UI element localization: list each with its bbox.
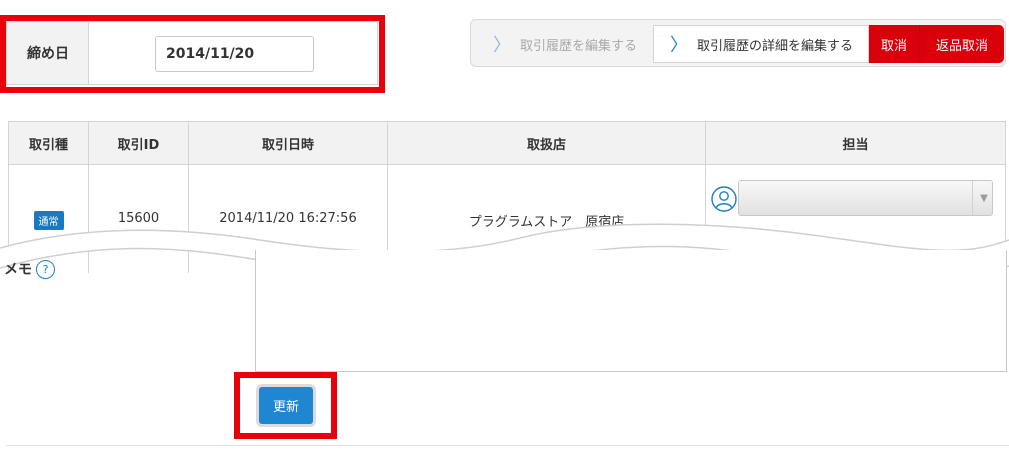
header-transaction-type: 取引種	[8, 121, 89, 165]
edit-history-detail-button[interactable]: 〉 取引履歴の詳細を編集する	[653, 25, 869, 63]
staff-select[interactable]	[738, 180, 993, 216]
edit-history-label: 取引履歴を編集する	[520, 38, 638, 54]
memo-textarea[interactable]	[255, 250, 1007, 372]
cancel-button[interactable]: 取消	[869, 25, 920, 63]
table-header-row: 取引種 取引ID 取引日時 取扱店 担当	[8, 121, 1006, 165]
closing-date-panel: 締め日	[6, 21, 378, 85]
closing-date-label: 締め日	[7, 22, 89, 84]
memo-label: メモ	[4, 262, 32, 278]
return-cancel-button[interactable]: 返品取消	[920, 25, 1004, 63]
chevron-right-icon: 〉	[670, 35, 688, 56]
update-button[interactable]: 更新	[259, 387, 313, 424]
action-bar: 〉 取引履歴を編集する 〉 取引履歴の詳細を編集する 取消 返品取消	[470, 19, 1006, 67]
person-icon	[711, 186, 737, 212]
header-store: 取扱店	[387, 121, 706, 165]
edit-history-button[interactable]: 〉 取引履歴を編集する	[479, 25, 653, 63]
chevron-down-icon[interactable]: ▼	[972, 181, 995, 215]
header-transaction-id: 取引ID	[88, 121, 189, 165]
memo-label-group: メモ ?	[4, 259, 55, 279]
header-transaction-datetime: 取引日時	[188, 121, 388, 165]
closing-date-input[interactable]	[155, 36, 314, 72]
bottom-divider	[6, 445, 1009, 446]
header-staff: 担当	[705, 121, 1006, 165]
help-icon[interactable]: ?	[36, 259, 55, 279]
edit-history-detail-label: 取引履歴の詳細を編集する	[697, 38, 854, 54]
chevron-right-icon: 〉	[493, 35, 511, 56]
